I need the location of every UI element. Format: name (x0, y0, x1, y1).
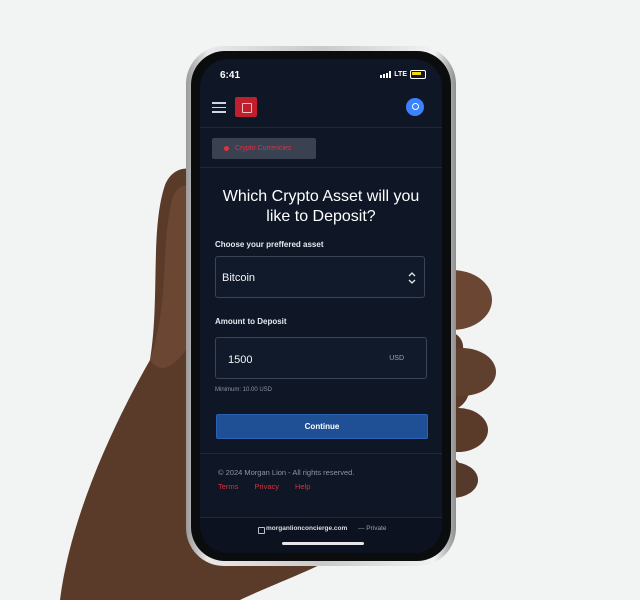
tab-row: Crypto Currencies (200, 127, 442, 168)
lock-icon (258, 527, 265, 534)
phone-screen: 6:41 LTE Crypto Currencies Which Crypto … (200, 59, 442, 553)
status-indicators: LTE (380, 70, 426, 79)
browser-bar: morganlionconcierge.com — Private (200, 517, 442, 553)
network-label: LTE (394, 71, 407, 78)
amount-input[interactable]: 1500 USD (215, 337, 427, 379)
continue-button[interactable]: Continue (216, 414, 428, 439)
battery-icon (410, 70, 426, 79)
bank-logo-icon[interactable] (235, 97, 257, 117)
tab-label: Crypto Currencies (235, 145, 292, 152)
hamburger-icon[interactable] (212, 102, 226, 113)
footer-divider (200, 453, 442, 454)
app-header (200, 89, 442, 128)
home-indicator[interactable] (282, 542, 364, 545)
asset-label: Choose your preffered asset (215, 240, 324, 249)
privacy-label: — Private (358, 525, 387, 532)
url-text[interactable]: morganlionconcierge.com (266, 525, 347, 532)
footer-link-terms[interactable]: Terms (218, 482, 238, 491)
asset-select[interactable]: Bitcoin (215, 256, 425, 298)
user-icon[interactable] (406, 98, 424, 116)
footer-link-privacy[interactable]: Privacy (254, 482, 279, 491)
footer-links: Terms Privacy Help (218, 482, 310, 491)
amount-value: 1500 (228, 354, 253, 366)
asset-select-value: Bitcoin (222, 272, 256, 284)
copyright-text: © 2024 Morgan Lion - All rights reserved… (218, 468, 355, 477)
status-time: 6:41 (220, 70, 241, 81)
currency-label: USD (389, 355, 404, 362)
signal-icon (380, 71, 392, 78)
coin-icon (224, 146, 229, 151)
page-title: Which Crypto Asset will you like to Depo… (222, 188, 420, 225)
chevron-up-down-icon (408, 272, 416, 284)
minimum-note: Minimum: 10.00 USD (215, 387, 273, 393)
tab-crypto-currencies[interactable]: Crypto Currencies (212, 138, 316, 159)
amount-label: Amount to Deposit (215, 317, 287, 326)
status-bar: 6:41 LTE (200, 59, 442, 89)
footer-link-help[interactable]: Help (295, 482, 310, 491)
